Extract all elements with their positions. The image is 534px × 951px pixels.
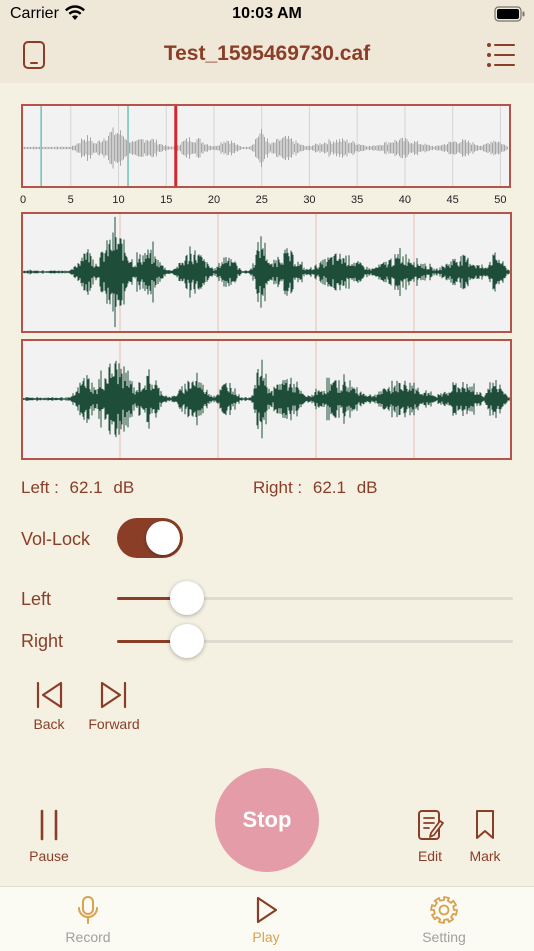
edit-button[interactable]: Edit — [410, 808, 450, 864]
time-tick-label: 5 — [67, 194, 74, 206]
time-tick-label: 45 — [446, 194, 459, 206]
gear-hub — [438, 904, 450, 916]
left-level-label: Left : — [21, 478, 59, 497]
vol-lock-label: Vol-Lock — [21, 529, 91, 549]
left-slider-label: Left — [21, 589, 52, 609]
left-channel-waveform[interactable] — [21, 212, 512, 333]
right-slider-thumb[interactable] — [170, 624, 205, 658]
left-slider-thumb[interactable] — [170, 581, 205, 615]
play-icon — [256, 896, 278, 924]
edit-label: Edit — [417, 848, 443, 864]
status-time: 10:03 AM — [232, 5, 302, 22]
left-volume-slider[interactable] — [117, 580, 513, 616]
right-channel-waveform[interactable] — [21, 339, 512, 460]
gear-outline — [430, 896, 458, 924]
time-tick-label: 20 — [207, 194, 221, 206]
mark-button[interactable]: Mark — [464, 808, 506, 864]
stop-button[interactable]: Stop — [215, 768, 319, 872]
right-volume-slider[interactable] — [117, 623, 513, 659]
time-tick-label: 35 — [351, 194, 364, 206]
overview-waveform-plot — [23, 106, 508, 186]
left-level-value: 62.1 — [69, 478, 103, 497]
right-level-label: Right : — [253, 478, 303, 497]
left-level-readout: Left : 62.1 dB — [21, 478, 140, 498]
microphone-icon — [78, 896, 98, 924]
tab-play-label: Play — [252, 929, 280, 945]
mark-label: Mark — [469, 848, 501, 864]
time-tick-label: 50 — [494, 194, 507, 206]
back-button[interactable]: Back — [24, 680, 74, 732]
skip-back-icon — [36, 681, 63, 709]
forward-button[interactable]: Forward — [83, 680, 145, 732]
time-tick-label: 0 — [19, 194, 27, 206]
pause-icon — [40, 809, 58, 841]
time-tick-label: 25 — [255, 194, 268, 206]
left-level-unit: dB — [113, 478, 135, 497]
battery-icon — [494, 6, 525, 22]
right-level-value: 62.1 — [312, 478, 346, 497]
list-icon[interactable] — [486, 42, 516, 68]
time-tick-label: 30 — [303, 194, 316, 206]
overview-waveform[interactable] — [21, 104, 511, 188]
tab-record-label: Record — [65, 929, 111, 945]
skip-forward-icon — [100, 681, 127, 709]
nav-bar: Test_1595469730.caf — [0, 28, 534, 83]
time-tick-label: 10 — [112, 194, 125, 206]
tab-bar: Record Play Setting — [0, 886, 534, 951]
overview-wave — [23, 127, 508, 169]
vol-lock-toggle-knob[interactable] — [146, 521, 180, 555]
pause-label: Pause — [29, 848, 69, 864]
time-axis: 0 5 10 15 20 25 30 35 40 45 50 — [19, 188, 511, 210]
right-level-readout: Right : 62.1 dB — [253, 478, 384, 498]
edit-note-icon — [418, 810, 444, 840]
tab-setting[interactable]: Setting — [389, 895, 499, 945]
vol-lock-toggle[interactable] — [117, 518, 183, 558]
forward-label: Forward — [88, 716, 140, 732]
right-channel-plot — [23, 341, 510, 458]
right-slider-label: Right — [21, 631, 64, 651]
right-level-unit: dB — [356, 478, 378, 497]
bookmark-icon — [476, 810, 494, 839]
page-title: Test_1595469730.caf — [163, 42, 371, 65]
status-bar: Carrier 10:03 AM — [0, 0, 534, 28]
time-tick-label: 15 — [160, 194, 173, 206]
gear-icon — [430, 896, 458, 924]
pause-button[interactable]: Pause — [24, 808, 74, 864]
tab-record[interactable]: Record — [33, 895, 143, 945]
back-label: Back — [33, 716, 65, 732]
tab-setting-label: Setting — [422, 929, 466, 945]
tab-play[interactable]: Play — [211, 895, 321, 945]
time-tick-label: 40 — [398, 194, 412, 206]
left-channel-plot — [23, 214, 510, 331]
